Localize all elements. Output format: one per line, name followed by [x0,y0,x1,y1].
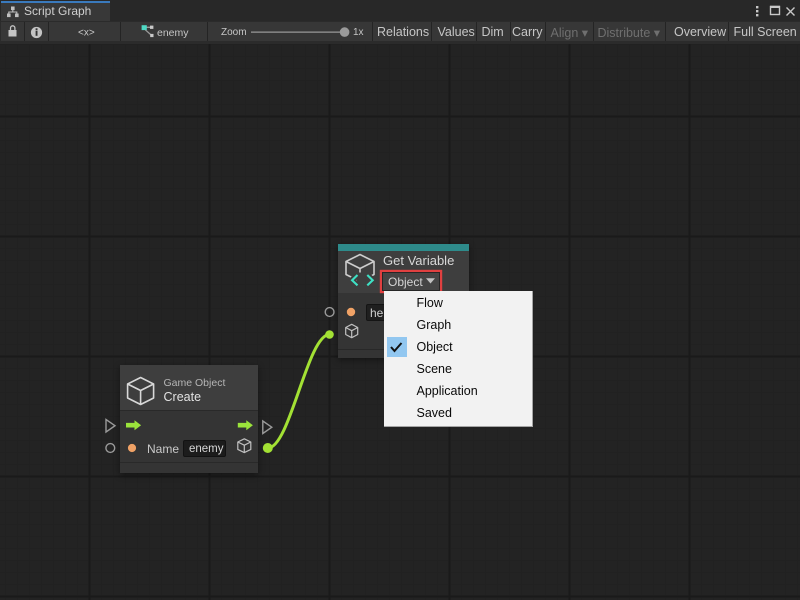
svg-text:<x>: <x> [78,28,95,39]
